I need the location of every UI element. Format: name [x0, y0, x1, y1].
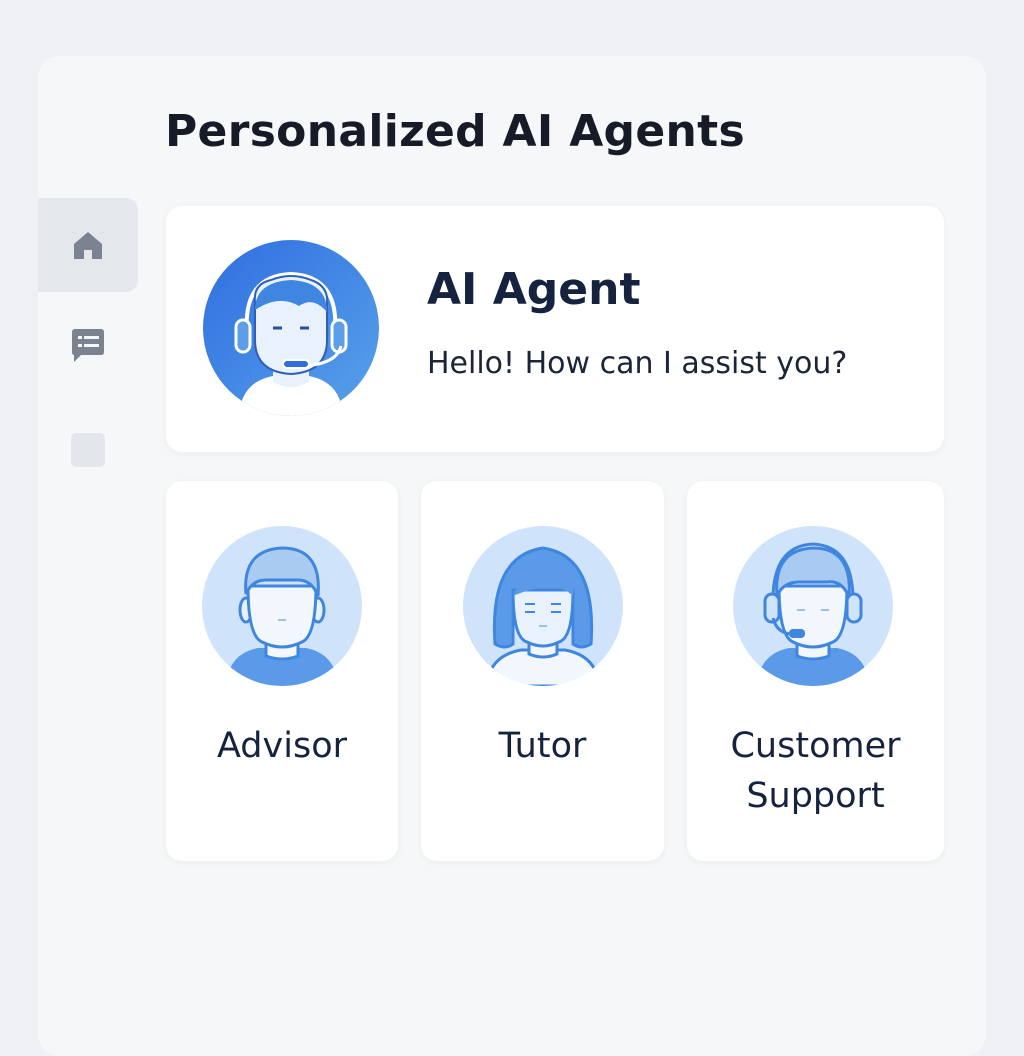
app-window: Personalized AI Agents AI Agent Hello! H… [38, 56, 986, 1056]
agent-card-advisor[interactable]: Advisor [166, 481, 398, 861]
ai-agent-card[interactable]: AI Agent Hello! How can I assist you? [166, 206, 944, 452]
agent-label-text: Customer Support [730, 726, 901, 816]
support-avatar [733, 526, 893, 686]
agent-card-tutor[interactable]: Tutor [421, 481, 664, 861]
sidebar-item-home[interactable] [38, 198, 138, 292]
agent-label-advisor: Advisor [216, 726, 348, 766]
sidebar [38, 56, 138, 1056]
tutor-avatar [463, 526, 623, 686]
sidebar-item-other[interactable] [38, 403, 138, 497]
advisor-avatar [202, 526, 362, 686]
agent-greeting: Hello! How can I assist you? [427, 346, 848, 381]
square-icon [71, 433, 105, 467]
home-icon [74, 232, 102, 259]
agent-label-tutor: Tutor [498, 726, 587, 766]
agent-name: AI Agent [427, 264, 641, 315]
headset-agent-avatar [203, 240, 379, 416]
agent-label-customer-support: Customer Support [687, 721, 944, 821]
message-icon [72, 329, 104, 362]
agent-card-customer-support[interactable]: Customer Support [687, 481, 944, 861]
sidebar-item-messages[interactable] [38, 299, 138, 393]
page-title: Personalized AI Agents [165, 106, 745, 157]
